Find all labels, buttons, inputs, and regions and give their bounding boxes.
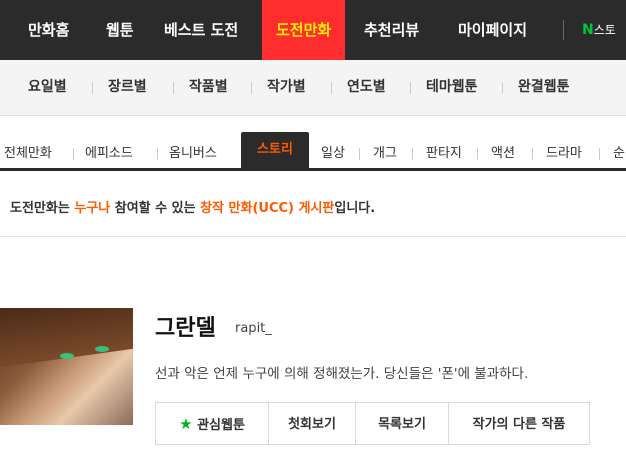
genre-tab-omnibus[interactable]: 옴니버스 xyxy=(169,140,217,168)
genre-divider xyxy=(532,148,533,160)
lnb-item-genre[interactable]: 장르별 xyxy=(108,60,147,115)
gnb-item-mypage[interactable]: 마이페이지 xyxy=(458,0,527,60)
gnb-divider xyxy=(563,20,564,40)
notice-highlight-ucc: 창작 만화(UCC) 게시판 xyxy=(200,201,335,216)
genre-tab-fantasy[interactable]: 판타지 xyxy=(426,140,462,168)
favorite-button[interactable]: ★ 관심웹툰 xyxy=(155,402,269,445)
notice-highlight-anyone: 누구나 xyxy=(74,201,111,216)
lnb-divider xyxy=(251,82,252,94)
star-icon: ★ xyxy=(179,415,193,433)
gnb-item-store[interactable]: N스토 xyxy=(582,0,616,60)
comic-author[interactable]: rapit_ xyxy=(235,321,272,336)
thumbnail-art xyxy=(0,308,133,369)
thumbnail-art xyxy=(60,353,74,359)
gnb-item-webtoon[interactable]: 웹툰 xyxy=(106,0,134,60)
gnb-item-best-challenge[interactable]: 베스트 도전 xyxy=(164,0,238,60)
lnb-item-year[interactable]: 연도별 xyxy=(347,60,386,115)
genre-tab-action[interactable]: 액션 xyxy=(491,140,515,168)
author-other-works-button[interactable]: 작가의 다른 작품 xyxy=(448,402,590,445)
genre-tab-episode[interactable]: 에피소드 xyxy=(85,140,133,168)
genre-tab-daily[interactable]: 일상 xyxy=(321,140,345,168)
lnb-divider xyxy=(92,82,93,94)
genre-tabs: 전체만화 에피소드 옴니버스 스토리 일상 개그 판타지 액션 드라마 순 xyxy=(0,128,626,171)
comic-title: 그란델 xyxy=(155,316,216,341)
gnb-item-challenge-label: 도전만화 xyxy=(276,21,332,39)
gnb-store-label: 스토 xyxy=(593,23,616,37)
comic-thumbnail[interactable] xyxy=(0,308,133,425)
global-nav: 만화홈 웹툰 베스트 도전 도전만화 추천리뷰 마이페이지 N스토 xyxy=(0,0,626,60)
genre-divider xyxy=(157,148,158,160)
genre-divider xyxy=(599,148,600,160)
lnb-item-theme[interactable]: 테마웹툰 xyxy=(426,60,478,115)
genre-divider xyxy=(73,148,74,160)
lnb-item-title[interactable]: 작품별 xyxy=(189,60,228,115)
sub-nav: 요일별 장르별 작품별 작가별 연도별 테마웹툰 완결웹툰 xyxy=(0,60,626,116)
thumbnail-art xyxy=(95,346,109,352)
genre-tab-pure[interactable]: 순 xyxy=(613,140,625,168)
episode-list-button[interactable]: 목록보기 xyxy=(355,402,449,445)
gnb-item-challenge[interactable]: 도전만화 xyxy=(262,0,346,60)
lnb-divider xyxy=(502,82,503,94)
lnb-divider xyxy=(173,82,174,94)
genre-tab-story-label: 스토리 xyxy=(257,142,293,157)
genre-divider xyxy=(359,148,360,160)
gnb-item-home[interactable]: 만화홈 xyxy=(28,0,69,60)
lnb-divider xyxy=(331,82,332,94)
notice-text: 도전만화는 xyxy=(10,201,75,216)
genre-tab-gag[interactable]: 개그 xyxy=(373,140,397,168)
first-episode-button[interactable]: 첫회보기 xyxy=(268,402,356,445)
genre-tab-drama[interactable]: 드라마 xyxy=(546,140,582,168)
notice-text: 참여할 수 있는 xyxy=(110,201,201,216)
naver-n-icon: N xyxy=(582,22,594,38)
divider xyxy=(0,236,626,237)
lnb-item-weekday[interactable]: 요일별 xyxy=(28,60,67,115)
genre-divider xyxy=(412,148,413,160)
genre-divider xyxy=(477,148,478,160)
lnb-divider xyxy=(410,82,411,94)
comic-description: 선과 악은 언제 누구에 의해 정해졌는가. 당신들은 '폰'에 불과하다. xyxy=(155,366,529,382)
lnb-item-completed[interactable]: 완결웹툰 xyxy=(518,60,570,115)
notice-text: 입니다. xyxy=(334,201,376,216)
favorite-label: 관심웹툰 xyxy=(197,418,245,433)
genre-tab-all[interactable]: 전체만화 xyxy=(4,140,52,168)
challenge-notice: 도전만화는 누구나 참여할 수 있는 창작 만화(UCC) 게시판입니다. xyxy=(10,197,375,216)
genre-tab-story[interactable]: 스토리 xyxy=(241,132,309,168)
gnb-item-review[interactable]: 추천리뷰 xyxy=(364,0,419,60)
lnb-item-author[interactable]: 작가별 xyxy=(267,60,306,115)
